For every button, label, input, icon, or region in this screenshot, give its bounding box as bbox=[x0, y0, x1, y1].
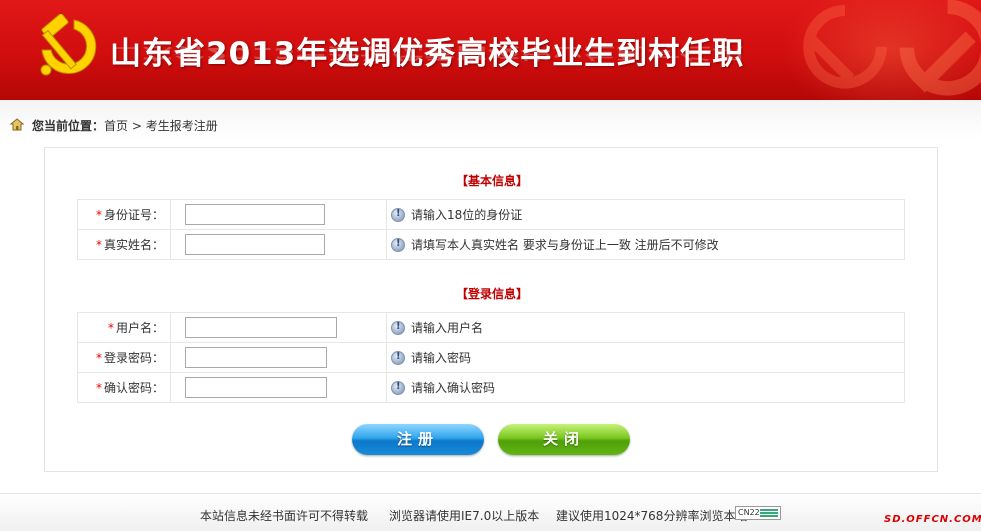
table-row: *真实姓名： 请填写本人真实姓名 要求与身份证上一致 注册后不可修改 bbox=[77, 229, 905, 260]
id-number-input[interactable] bbox=[185, 204, 325, 225]
confirm-password-input[interactable] bbox=[185, 377, 327, 398]
field-input-cell bbox=[170, 342, 387, 373]
title-reflection: 山东省2013年选调优秀高校毕业生到村任职 bbox=[110, 44, 745, 62]
field-input-cell bbox=[170, 229, 387, 260]
cnzz-bars-icon bbox=[760, 509, 778, 517]
table-row: *登录密码： 请输入密码 bbox=[77, 342, 905, 373]
table-row: *身份证号： 请输入18位的身份证 bbox=[77, 199, 905, 230]
confirm-password-tip: 请输入确认密码 bbox=[411, 381, 496, 395]
field-label: * 真实姓名： bbox=[77, 229, 171, 260]
cnzz-label: CN22 bbox=[738, 508, 760, 517]
field-input-cell bbox=[170, 372, 387, 403]
section-title-login: 【登录信息】 bbox=[455, 287, 528, 301]
field-tip: 请填写本人真实姓名 要求与身份证上一致 注册后不可修改 bbox=[386, 229, 905, 260]
required-mark: * bbox=[107, 321, 114, 335]
field-label: * 确认密码： bbox=[77, 372, 171, 403]
info-icon bbox=[391, 351, 405, 365]
hammer-sickle-bg-icon-2 bbox=[899, 0, 981, 96]
password-tip: 请输入密码 bbox=[411, 351, 472, 365]
register-button[interactable]: 注册 bbox=[352, 424, 484, 455]
field-tip: 请输入确认密码 bbox=[386, 372, 905, 403]
field-label: * 用户名： bbox=[77, 312, 171, 343]
breadcrumb-path[interactable]: 首页 > 考生报考注册 bbox=[104, 119, 218, 133]
close-button[interactable]: 关闭 bbox=[498, 424, 630, 455]
id-number-tip: 请输入18位的身份证 bbox=[411, 208, 523, 222]
username-input[interactable] bbox=[185, 317, 337, 338]
hammer-sickle-icon bbox=[40, 14, 97, 76]
field-label: * 身份证号： bbox=[77, 199, 171, 230]
required-mark: * bbox=[95, 351, 102, 365]
confirm-password-label: 确认密码： bbox=[103, 381, 164, 395]
info-icon bbox=[391, 381, 405, 395]
field-label: * 登录密码： bbox=[77, 342, 171, 373]
password-label: 登录密码： bbox=[103, 351, 164, 365]
required-mark: * bbox=[95, 208, 102, 222]
footer-resolution-note: 建议使用1024*768分辨率浏览本站 bbox=[556, 509, 748, 523]
field-tip: 请输入用户名 bbox=[386, 312, 905, 343]
password-input[interactable] bbox=[185, 347, 327, 368]
breadcrumb-prefix: 您当前位置： bbox=[32, 119, 105, 133]
info-icon bbox=[391, 321, 405, 335]
field-tip: 请输入18位的身份证 bbox=[386, 199, 905, 230]
username-label: 用户名： bbox=[115, 321, 164, 335]
username-tip: 请输入用户名 bbox=[411, 321, 484, 335]
cnzz-counter-badge[interactable]: CN22 bbox=[735, 506, 781, 520]
field-input-cell bbox=[170, 199, 387, 230]
required-mark: * bbox=[95, 238, 102, 252]
footer-browser-note: 浏览器请使用IE7.0以上版本 bbox=[389, 509, 540, 523]
real-name-tip: 请填写本人真实姓名 要求与身份证上一致 注册后不可修改 bbox=[411, 238, 719, 252]
header-banner: 山东省2013年选调优秀高校毕业生到村任职 山东省2013年选调优秀高校毕业生到… bbox=[0, 0, 981, 100]
home-icon bbox=[10, 118, 24, 131]
section-title-basic: 【基本信息】 bbox=[455, 174, 528, 188]
real-name-label: 真实姓名： bbox=[103, 238, 164, 252]
registration-form: 【基本信息】 *身份证号： 请输入18位的身份证 *真实姓名： 请填写本人真实姓… bbox=[44, 147, 938, 472]
info-icon bbox=[391, 238, 405, 252]
login-info-table: *用户名： 请输入用户名 *登录密码： 请输入密码 *确认密码： 请输入确认密码 bbox=[77, 312, 905, 403]
required-mark: * bbox=[95, 381, 102, 395]
info-icon bbox=[391, 208, 405, 222]
table-row: *用户名： 请输入用户名 bbox=[77, 312, 905, 343]
footer-notice: 本站信息未经书面许可不得转载 bbox=[200, 509, 369, 523]
field-tip: 请输入密码 bbox=[386, 342, 905, 373]
table-row: *确认密码： 请输入确认密码 bbox=[77, 372, 905, 403]
basic-info-table: *身份证号： 请输入18位的身份证 *真实姓名： 请填写本人真实姓名 要求与身份… bbox=[77, 199, 905, 260]
real-name-input[interactable] bbox=[185, 234, 325, 255]
id-number-label: 身份证号： bbox=[103, 208, 164, 222]
site-watermark: SD.OFFCN.COM bbox=[884, 514, 981, 525]
field-input-cell bbox=[170, 312, 387, 343]
breadcrumb: 您当前位置：首页 > 考生报考注册 bbox=[32, 117, 218, 134]
